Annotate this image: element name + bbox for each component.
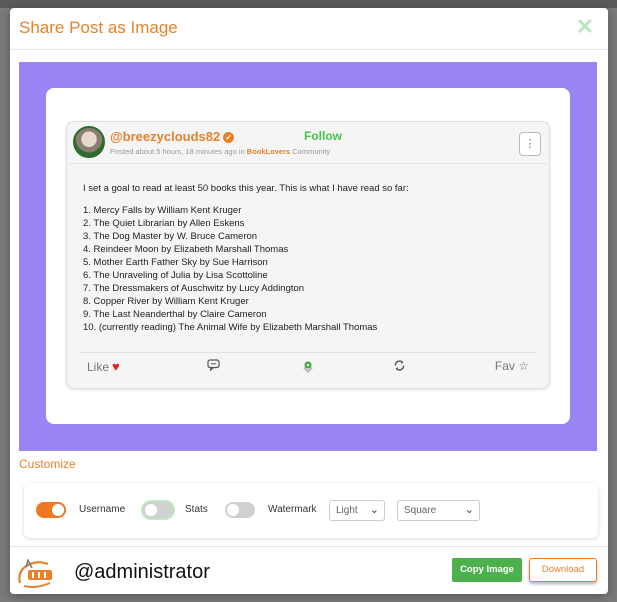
post-body: I set a goal to read at least 50 books t… [83,182,533,334]
avatar [73,126,105,158]
book-list: 1. Mercy Falls by William Kent Kruger 2.… [83,204,533,334]
toggle-knob [227,504,239,516]
modal-footer: @administrator Copy Image Download [10,546,608,594]
vertical-dots-icon[interactable]: ⋮ [519,132,541,156]
post-header: @breezyclouds82 ✓ Follow Posted about 5 h… [67,122,549,164]
modal-header: Share Post as Image ✕ [10,8,608,50]
list-item: 9. The Last Neanderthal by Claire Camero… [83,309,267,320]
watermark-toggle[interactable] [225,502,255,518]
share-post-modal: Share Post as Image ✕ @breezyclouds82 ✓ F… [10,8,608,594]
download-button[interactable]: Download [529,558,597,582]
fav-label: Fav [494,359,515,373]
watermark-toggle-label: Watermark [268,504,317,515]
list-item: 5. Mother Earth Father Sky by Sue Harris… [83,257,268,268]
theme-select[interactable]: Light ⌄ [329,500,385,521]
fav-action: Fav ☆ [495,359,529,373]
toggle-knob [145,504,157,516]
verified-badge-icon: ✓ [223,132,235,143]
list-item: 8. Copper River by William Kent Kruger [83,296,249,307]
repost-icon [393,359,406,375]
community-link: BookLovers [246,147,291,156]
background-topbar [0,0,617,8]
image-preview-area: @breezyclouds82 ✓ Follow Posted about 5 h… [19,62,597,451]
stats-toggle-label: Stats [185,504,208,515]
username-text: @breezyclouds82 [110,129,221,144]
list-item: 10. (currently reading) The Animal Wife … [83,322,378,333]
site-logo-icon [14,558,62,589]
modal-title: Share Post as Image [19,18,178,37]
username-toggle[interactable] [36,502,66,518]
stats-toggle[interactable] [143,502,173,518]
close-x-icon[interactable]: ✕ [576,14,594,40]
list-item: 6. The Unraveling of Julia by Lisa Scott… [83,270,268,281]
community-suffix: Community [292,147,331,156]
chevron-down-icon: ⌄ [369,504,379,516]
customize-heading: Customize [19,457,76,471]
toggle-knob [52,504,64,516]
theme-select-value: Light [336,505,358,516]
like-label: Like [87,360,110,374]
preview-card: @breezyclouds82 ✓ Follow Posted about 5 h… [46,88,570,424]
follow-button[interactable]: Follow [304,129,342,143]
post-card: @breezyclouds82 ✓ Follow Posted about 5 h… [66,121,550,389]
award-icon [301,360,315,374]
list-item: 2. The Quiet Librarian by Allen Eskens [83,218,245,229]
post-actions: Like ♥ Fav ☆ [79,352,537,380]
copy-image-button[interactable]: Copy Image [452,558,522,582]
post-intro: I set a goal to read at least 50 books t… [83,183,409,194]
username-toggle-label: Username [79,504,126,515]
posted-time: Posted about 5 hours, 18 minutes ago in [110,147,245,156]
current-user-name: @administrator [74,561,210,583]
post-username: @breezyclouds82 ✓ [110,129,235,144]
shape-select[interactable]: Square ⌄ [397,500,480,521]
post-meta: Posted about 5 hours, 18 minutes ago in … [110,147,330,156]
chevron-down-icon: ⌄ [464,504,474,516]
star-icon: ☆ [518,359,529,373]
list-item: 7. The Dressmakers of Auschwitz by Lucy … [83,283,305,294]
shape-select-value: Square [404,505,437,516]
list-item: 4. Reindeer Moon by Elizabeth Marshall T… [83,244,289,255]
customize-controls: Username Stats Watermark Light ⌄ Square ⌄ [24,483,598,538]
list-item: 3. The Dog Master by W. Bruce Cameron [83,231,258,242]
list-item: 1. Mercy Falls by William Kent Kruger [83,205,242,216]
like-action: Like ♥ [87,359,120,374]
comment-icon [207,359,220,374]
heart-icon: ♥ [112,359,120,374]
